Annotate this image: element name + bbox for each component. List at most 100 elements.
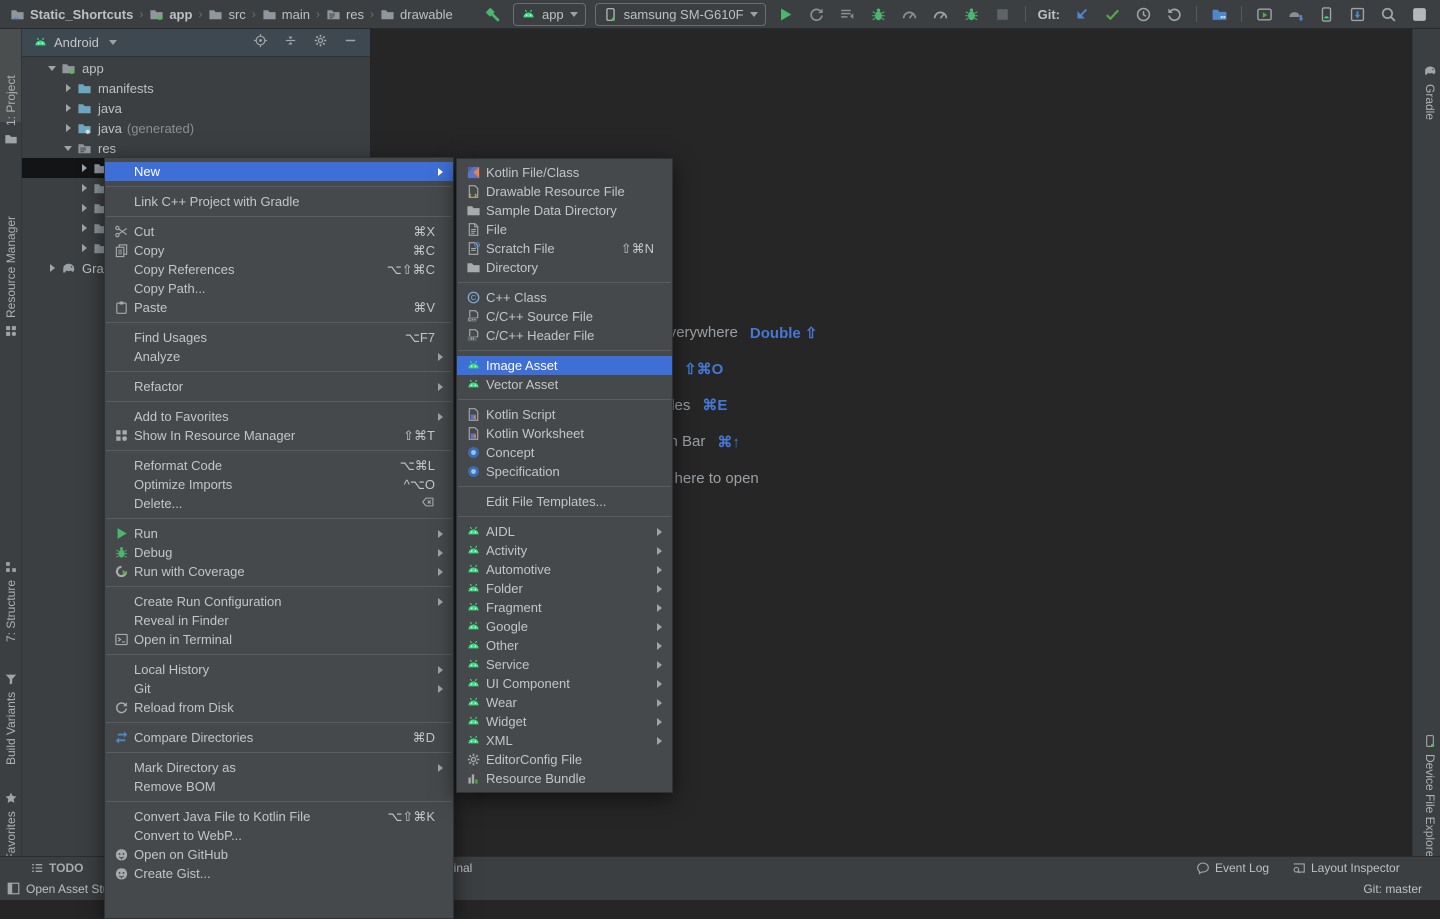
stripe-tab-gradle[interactable]: Gradle xyxy=(1423,64,1437,120)
device-select[interactable]: samsung SM-G610F xyxy=(595,3,766,26)
breadcrumb-item-main[interactable]: main xyxy=(262,7,310,22)
breadcrumb-item-drawable[interactable]: drawable xyxy=(380,7,453,22)
menu-item-wear[interactable]: Wear xyxy=(457,693,672,712)
profiler-button[interactable] xyxy=(930,3,952,25)
menu-item-other[interactable]: Other xyxy=(457,636,672,655)
menu-item-reformat-code[interactable]: Reformat Code⌥⌘L xyxy=(105,456,453,475)
tree-row-java[interactable]: java(generated) xyxy=(21,118,370,138)
menu-item-cut[interactable]: Cut⌘X xyxy=(105,222,453,241)
menu-item-link-c-project-with-gradle[interactable]: Link C++ Project with Gradle xyxy=(105,192,453,211)
run-configuration-select[interactable]: app xyxy=(513,3,586,26)
menu-item-concept[interactable]: Concept xyxy=(457,443,672,462)
menu-item-sample-data-directory[interactable]: Sample Data Directory xyxy=(457,201,672,220)
menu-item-compare-directories[interactable]: Compare Directories⌘D xyxy=(105,728,453,747)
sdk-manager-button[interactable] xyxy=(1284,3,1306,25)
project-structure-button[interactable] xyxy=(1208,3,1230,25)
tool-window-toggle-icon[interactable] xyxy=(6,881,21,896)
chevron-right-icon[interactable] xyxy=(47,264,57,272)
menu-item-image-asset[interactable]: Image Asset xyxy=(457,356,672,375)
commit-button[interactable] xyxy=(1101,3,1123,25)
update-project-button[interactable] xyxy=(1070,3,1092,25)
breadcrumb-item-static-shortcuts[interactable]: Static_Shortcuts xyxy=(10,7,133,22)
tab-event-log[interactable]: Event Log xyxy=(1196,857,1269,879)
tree-row-res[interactable]: res xyxy=(21,138,370,158)
apply-changes-button[interactable] xyxy=(806,3,828,25)
chevron-right-icon[interactable] xyxy=(63,84,73,92)
stripe-tab-build-variants[interactable]: Build Variants xyxy=(4,672,18,765)
menu-item-kotlin-script[interactable]: Kotlin Script xyxy=(457,405,672,424)
menu-item-open-on-github[interactable]: Open on GitHub xyxy=(105,845,453,864)
menu-item-copy[interactable]: Copy⌘C xyxy=(105,241,453,260)
menu-item-fragment[interactable]: Fragment xyxy=(457,598,672,617)
menu-item-xml[interactable]: XML xyxy=(457,731,672,750)
menu-item-remove-bom[interactable]: Remove BOM xyxy=(105,777,453,796)
menu-item-convert-to-webp[interactable]: Convert to WebP... xyxy=(105,826,453,845)
attach-debugger-button[interactable] xyxy=(961,3,983,25)
menu-item-open-in-terminal[interactable]: Open in Terminal xyxy=(105,630,453,649)
stripe-tab-device-file-explorer[interactable]: Device File Explorer xyxy=(1423,734,1437,861)
stripe-tab-7-structure[interactable]: 7: Structure xyxy=(4,560,18,642)
menu-item-c-class[interactable]: CC++ Class xyxy=(457,288,672,307)
breadcrumb-item-src[interactable]: src xyxy=(208,7,245,22)
menu-item-kotlin-file-class[interactable]: Kotlin File/Class xyxy=(457,163,672,182)
chevron-right-icon[interactable] xyxy=(79,224,89,232)
menu-item-find-usages[interactable]: Find Usages⌥F7 xyxy=(105,328,453,347)
rollback-button[interactable] xyxy=(1163,3,1185,25)
menu-item-local-history[interactable]: Local History xyxy=(105,660,453,679)
panel-collapse-button[interactable] xyxy=(283,33,298,51)
run-button[interactable] xyxy=(775,3,797,25)
chevron-right-icon[interactable] xyxy=(79,204,89,212)
panel-target-button[interactable] xyxy=(253,33,268,51)
menu-item-google[interactable]: Google xyxy=(457,617,672,636)
menu-item-copy-path[interactable]: Copy Path... xyxy=(105,279,453,298)
chevron-down-icon[interactable] xyxy=(63,146,73,151)
tab-layout-inspector[interactable]: Layout Inspector xyxy=(1292,857,1400,879)
menu-item-file[interactable]: File xyxy=(457,220,672,239)
menu-item-service[interactable]: Service xyxy=(457,655,672,674)
menu-item-automotive[interactable]: Automotive xyxy=(457,560,672,579)
device-manager-button[interactable] xyxy=(1315,3,1337,25)
menu-item-create-gist[interactable]: Create Gist... xyxy=(105,864,453,883)
chevron-right-icon[interactable] xyxy=(79,164,89,172)
menu-item-analyze[interactable]: Analyze xyxy=(105,347,453,366)
menu-item-scratch-file[interactable]: Scratch File⇧⌘N xyxy=(457,239,672,258)
profile-button[interactable] xyxy=(899,3,921,25)
tree-row-app[interactable]: app xyxy=(21,58,370,78)
chevron-right-icon[interactable] xyxy=(79,244,89,252)
breadcrumb-item-app[interactable]: app xyxy=(149,7,192,22)
menu-item-reveal-in-finder[interactable]: Reveal in Finder xyxy=(105,611,453,630)
menu-item-refactor[interactable]: Refactor xyxy=(105,377,453,396)
menu-item-specification[interactable]: Specification xyxy=(457,462,672,481)
menu-item-create-run-configuration[interactable]: Create Run Configuration xyxy=(105,592,453,611)
menu-item-reload-from-disk[interactable]: Reload from Disk xyxy=(105,698,453,717)
apply-code-changes-button[interactable] xyxy=(837,3,859,25)
menu-item-optimize-imports[interactable]: Optimize Imports^⌥O xyxy=(105,475,453,494)
stripe-tab-1-project[interactable]: 1: Project xyxy=(4,75,18,146)
chevron-right-icon[interactable] xyxy=(63,124,73,132)
stop-button[interactable] xyxy=(992,3,1014,25)
search-everywhere-button[interactable] xyxy=(1377,3,1399,25)
device-file-explorer-button[interactable] xyxy=(1346,3,1368,25)
running-devices-button[interactable] xyxy=(1253,3,1275,25)
menu-item-mark-directory-as[interactable]: Mark Directory as xyxy=(105,758,453,777)
tree-row-java[interactable]: java xyxy=(21,98,370,118)
panel-minus-button[interactable] xyxy=(343,33,358,51)
menu-item-new[interactable]: New xyxy=(105,162,453,181)
menu-item-copy-references[interactable]: Copy References⌥⇧⌘C xyxy=(105,260,453,279)
menu-item-resource-bundle[interactable]: Resource Bundle xyxy=(457,769,672,788)
tree-row-manifests[interactable]: manifests xyxy=(21,78,370,98)
menu-item-kotlin-worksheet[interactable]: Kotlin Worksheet xyxy=(457,424,672,443)
menu-item-editorconfig-file[interactable]: EditorConfig File xyxy=(457,750,672,769)
stripe-tab-resource-manager[interactable]: Resource Manager xyxy=(4,216,18,338)
chevron-down-icon[interactable] xyxy=(47,66,57,71)
menu-item-debug[interactable]: Debug xyxy=(105,543,453,562)
menu-item-folder[interactable]: Folder xyxy=(457,579,672,598)
menu-item-directory[interactable]: Directory xyxy=(457,258,672,277)
menu-item-add-to-favorites[interactable]: Add to Favorites xyxy=(105,407,453,426)
menu-item-widget[interactable]: Widget xyxy=(457,712,672,731)
history-button[interactable] xyxy=(1132,3,1154,25)
menu-item-c-c-source-file[interactable]: C++C/C++ Source File xyxy=(457,307,672,326)
tab-todo[interactable]: TODO xyxy=(30,857,83,879)
window-control-button[interactable] xyxy=(1408,3,1430,25)
menu-item-vector-asset[interactable]: Vector Asset xyxy=(457,375,672,394)
